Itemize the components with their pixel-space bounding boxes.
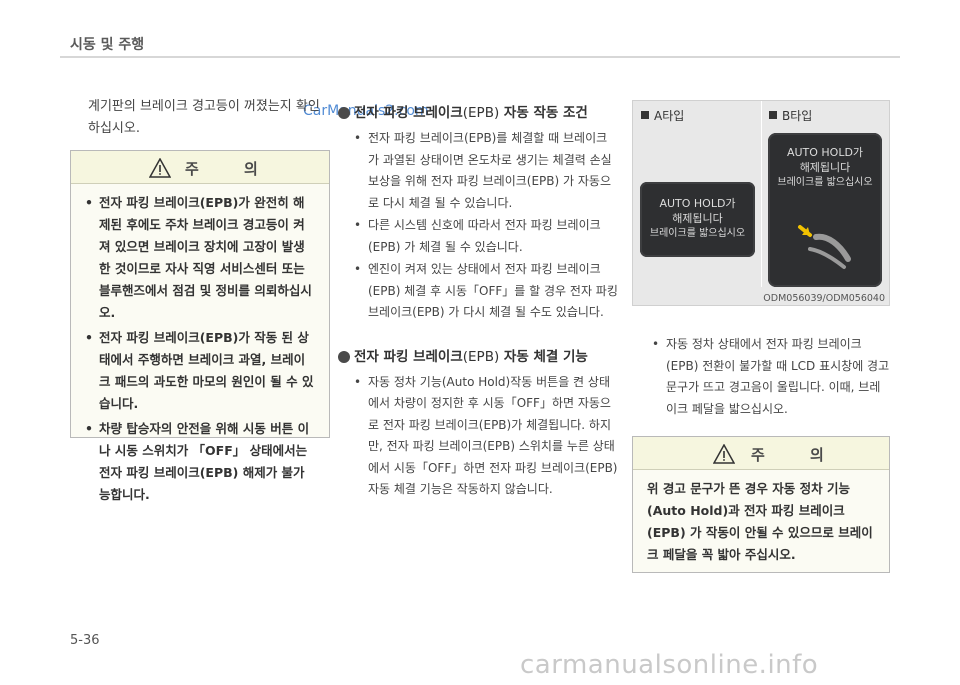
section-heading-auto-engage: 전자 파킹 브레이크(EPB) 자동 체결 기능 [338, 346, 618, 368]
section-title: 시동 및 주행 [70, 37, 145, 53]
figure-caption: ODM056039/ODM056040 [763, 293, 885, 304]
caution-body: 위 경고 문구가 뜬 경우 자동 정차 기능(Auto Hold)과 전자 파킹… [633, 470, 889, 572]
caution-item: 전자 파킹 브레이크(EPB)가 완전히 해제된 후에도 주차 브레이크 경고등… [85, 192, 315, 324]
screen-b-line: 해제됩니다 [799, 161, 851, 174]
warning-triangle-icon [149, 158, 171, 178]
heading-paren: (EPB) [462, 348, 500, 365]
heading-bullet-icon [338, 350, 350, 363]
caution-title: 주 의 [185, 160, 278, 178]
caution-item: 전자 파킹 브레이크(EPB)가 작동 된 상태에서 주행하면 브레이크 과열,… [85, 327, 315, 415]
caution-box-left: 주 의 전자 파킹 브레이크(EPB)가 완전히 해제된 후에도 주차 브레이크… [70, 150, 330, 502]
heading-text: 전자 파킹 브레이크 [354, 105, 463, 121]
screen-a-line: AUTO HOLD가 [659, 197, 736, 210]
caution-text: 위 경고 문구가 뜬 경우 자동 정차 기능(Auto Hold)과 전자 파킹… [647, 481, 873, 562]
list-item: 전자 파킹 브레이크(EPB)를 체결할 때 브레이크가 과열된 상태이면 온도… [338, 128, 618, 214]
lcd-screen-a: AUTO HOLD가 해제됩니다 브레이크를 밟으십시오 [640, 182, 755, 257]
warning-triangle-icon [713, 444, 735, 464]
watermark-bottom: carmanualsonline.info [520, 650, 819, 680]
left-column: 계기판의 브레이크 경고등이 꺼졌는지 확인하십시오. 주 의 전자 파킹 브레… [70, 96, 330, 502]
brake-pedal-icon [798, 225, 851, 269]
middle-column: 전자 파킹 브레이크(EPB) 자동 작동 조건 전자 파킹 브레이크(EPB)… [338, 102, 618, 502]
heading-tail: 자동 작동 조건 [499, 105, 588, 121]
square-bullet-icon [769, 111, 777, 119]
page-number: 5-36 [70, 633, 100, 648]
caution-header: 주 의 [633, 437, 889, 470]
screen-a-line: 브레이크를 밟으십시오 [649, 228, 746, 239]
panel-label-a: A타입 [641, 107, 684, 124]
heading-tail: 자동 체결 기능 [499, 348, 588, 365]
screen-b-line: AUTO HOLD가 [786, 146, 864, 159]
right-column: 자동 정차 상태에서 전자 파킹 브레이크(EPB) 전환이 불가할 때 LCD… [632, 330, 890, 573]
label-a-text: A타입 [654, 109, 685, 123]
page-header: 시동 및 주행 [0, 0, 960, 53]
caution-item: 차량 탑승자의 안전을 위해 시동 버튼 이나 시동 스위치가 「OFF」 상태… [85, 418, 315, 506]
caution-box-right: 주 의 위 경고 문구가 뜬 경우 자동 정차 기능(Auto Hold)과 전… [632, 436, 890, 573]
square-bullet-icon [641, 111, 649, 119]
panel-label-b: B타입 [769, 107, 812, 124]
label-b-text: B타입 [782, 109, 813, 123]
caution-title: 주 의 [751, 446, 844, 464]
list-item: 자동 정차 상태에서 전자 파킹 브레이크(EPB) 전환이 불가할 때 LCD… [632, 334, 890, 420]
auto-apply-list: 전자 파킹 브레이크(EPB)를 체결할 때 브레이크가 과열된 상태이면 온도… [338, 128, 618, 324]
cluster-display-figure: A타입 B타입 AUTO HOLD가 해제됩니다 브레이크를 밟으십시오 AUT… [632, 100, 890, 306]
auto-engage-list: 자동 정차 기능(Auto Hold)작동 버튼을 켠 상태에서 차량이 정지한… [338, 372, 618, 501]
caution-body: 전자 파킹 브레이크(EPB)가 완전히 해제된 후에도 주차 브레이크 경고등… [71, 184, 329, 515]
screen-b-line: 브레이크를 밟으십시오 [777, 177, 873, 188]
right-list: 자동 정차 상태에서 전자 파킹 브레이크(EPB) 전환이 불가할 때 LCD… [632, 334, 890, 420]
header-divider [60, 56, 900, 58]
list-item: 다른 시스템 신호에 따라서 전자 파킹 브레이크(EPB) 가 체결 될 수 … [338, 215, 618, 258]
heading-text: 전자 파킹 브레이크 [354, 348, 463, 365]
intro-text: 계기판의 브레이크 경고등이 꺼졌는지 확인하십시오. [88, 99, 320, 136]
list-item: 자동 정차 기능(Auto Hold)작동 버튼을 켠 상태에서 차량이 정지한… [338, 372, 618, 501]
caution-header: 주 의 [71, 151, 329, 184]
screen-a-line: 해제됩니다 [672, 212, 723, 225]
heading-bullet-icon [338, 107, 350, 119]
panel-divider [761, 101, 762, 287]
section-heading-auto-apply: 전자 파킹 브레이크(EPB) 자동 작동 조건 [338, 102, 618, 124]
list-item: 엔진이 켜져 있는 상태에서 전자 파킹 브레이크(EPB) 체결 후 시동「O… [338, 259, 618, 324]
lcd-screen-b: AUTO HOLD가 해제됩니다 브레이크를 밟으십시오 [768, 133, 882, 287]
heading-paren: (EPB) [462, 105, 500, 121]
